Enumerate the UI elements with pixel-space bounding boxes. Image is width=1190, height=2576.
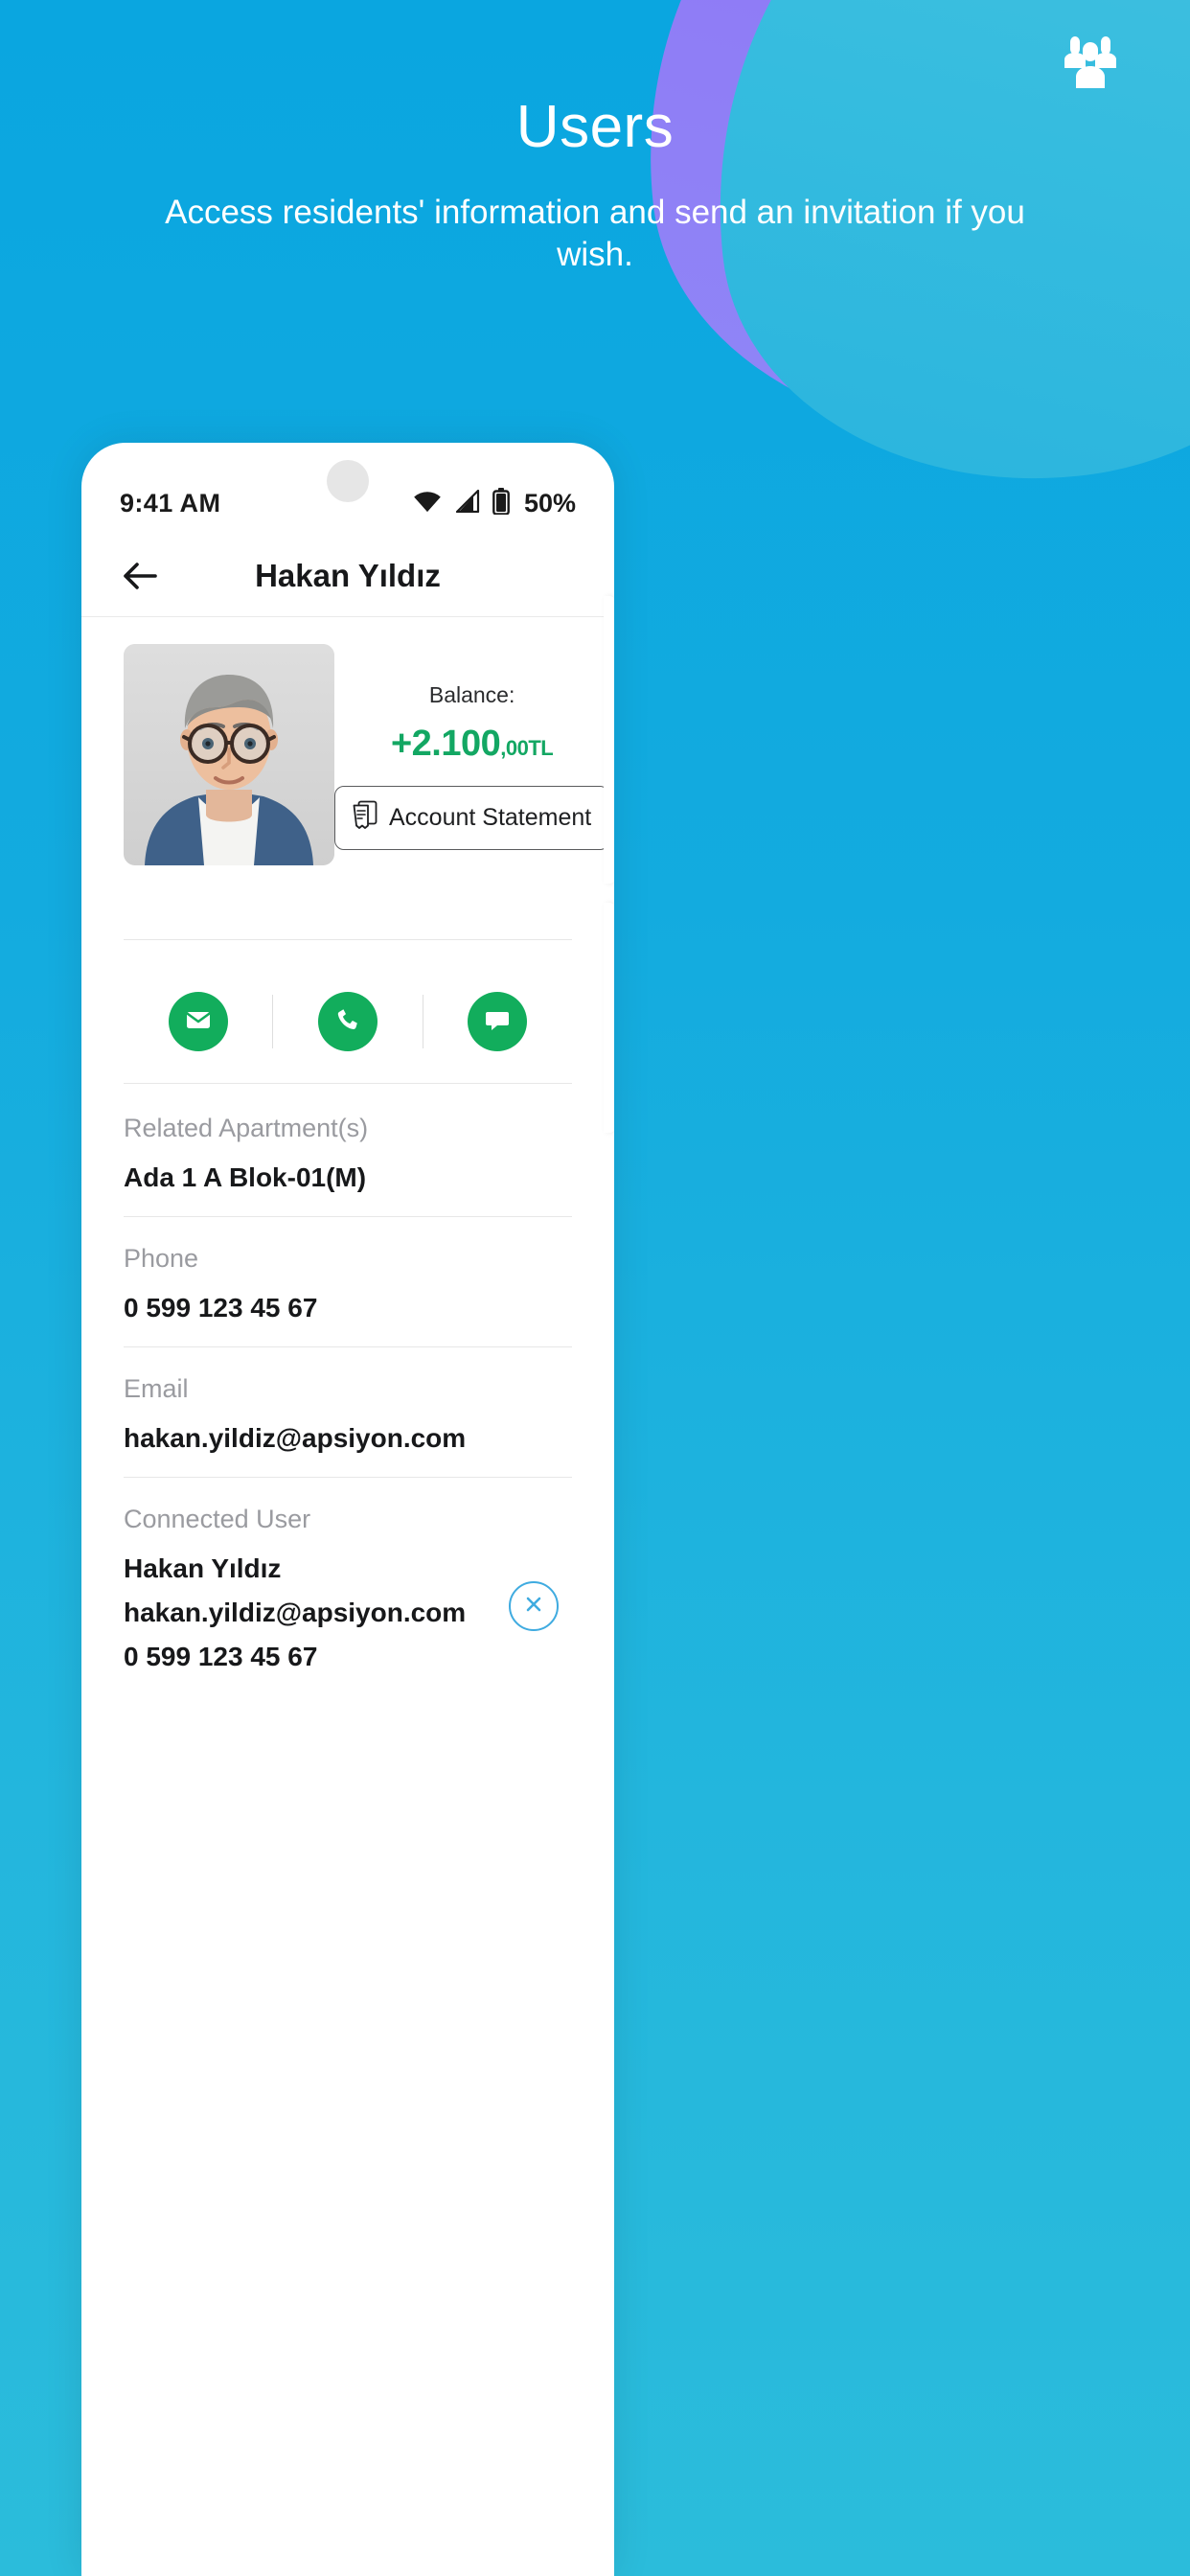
field-connected-user: Connected User Hakan Yıldız hakan.yildiz…: [124, 1478, 572, 1695]
status-indicators: 50%: [413, 487, 576, 519]
stacked-card-sliver: [604, 903, 614, 1133]
battery-percentage: 50%: [523, 488, 576, 518]
battery-icon: [492, 487, 510, 519]
divider-above-actions: [124, 939, 572, 940]
field-value: 0 599 123 45 67: [124, 1293, 318, 1322]
close-circle-icon: [522, 1593, 545, 1621]
quick-action-call[interactable]: [273, 992, 422, 1051]
email-button[interactable]: [168, 992, 228, 1051]
document-statement-icon: [353, 800, 378, 836]
phone-icon: [334, 1006, 361, 1038]
message-button[interactable]: [468, 992, 528, 1051]
balance-block: Balance: +2.100,00TL Account Statement: [334, 644, 610, 865]
phone-mockup: 9:41 AM 50% Hakan Yıldız Balance: +2.100…: [81, 443, 614, 2576]
page-title: Users: [515, 94, 675, 160]
page-subtitle: Access residents' information and send a…: [165, 194, 1025, 273]
divider-below-actions: [124, 1083, 572, 1084]
cellular-signal-icon: [454, 489, 480, 518]
quick-action-message[interactable]: [423, 992, 572, 1051]
quick-actions-row: [124, 960, 572, 1083]
balance-amount: +2.100,00TL: [390, 724, 554, 765]
field-value: Ada 1 A Blok-01(M): [124, 1162, 367, 1192]
field-label: Email: [124, 1374, 189, 1403]
users-people-icon: [1061, 36, 1120, 88]
account-statement-label: Account Statement: [389, 804, 592, 831]
back-button[interactable]: [99, 535, 181, 617]
field-label: Connected User: [124, 1505, 311, 1533]
app-top-bar: Hakan Yıldız: [81, 535, 614, 617]
connected-user-name: Hakan Yıldız: [124, 1553, 282, 1583]
quick-action-email[interactable]: [124, 992, 272, 1051]
status-time: 9:41 AM: [120, 488, 221, 518]
field-value: hakan.yildiz@apsiyon.com: [124, 1423, 467, 1453]
field-related-apartments: Related Apartment(s) Ada 1 A Blok-01(M): [124, 1087, 572, 1217]
chat-bubble-icon: [484, 1006, 511, 1038]
profile-summary: Balance: +2.100,00TL Account Statement: [81, 617, 614, 865]
connected-user-email: hakan.yildiz@apsiyon.com: [124, 1598, 467, 1627]
status-bar: 9:41 AM 50%: [81, 477, 614, 529]
connected-user-phone: 0 599 123 45 67: [124, 1642, 318, 1671]
field-label: Phone: [124, 1244, 199, 1273]
call-button[interactable]: [317, 992, 378, 1051]
balance-label: Balance:: [428, 682, 515, 707]
field-phone: Phone 0 599 123 45 67: [124, 1217, 572, 1347]
stacked-card-sliver: [604, 596, 614, 884]
field-label: Related Apartment(s): [124, 1114, 369, 1142]
account-statement-button[interactable]: Account Statement: [334, 786, 610, 850]
balance-amount-cents: ,00TL: [500, 736, 554, 760]
remove-connected-user-button[interactable]: [509, 1581, 559, 1631]
field-email: Email hakan.yildiz@apsiyon.com: [124, 1347, 572, 1478]
avatar: [124, 644, 334, 865]
envelope-icon: [184, 1005, 213, 1039]
detail-fields: Related Apartment(s) Ada 1 A Blok-01(M) …: [124, 1087, 572, 1695]
wifi-icon: [413, 490, 442, 518]
balance-amount-main: +2.100: [390, 724, 501, 764]
